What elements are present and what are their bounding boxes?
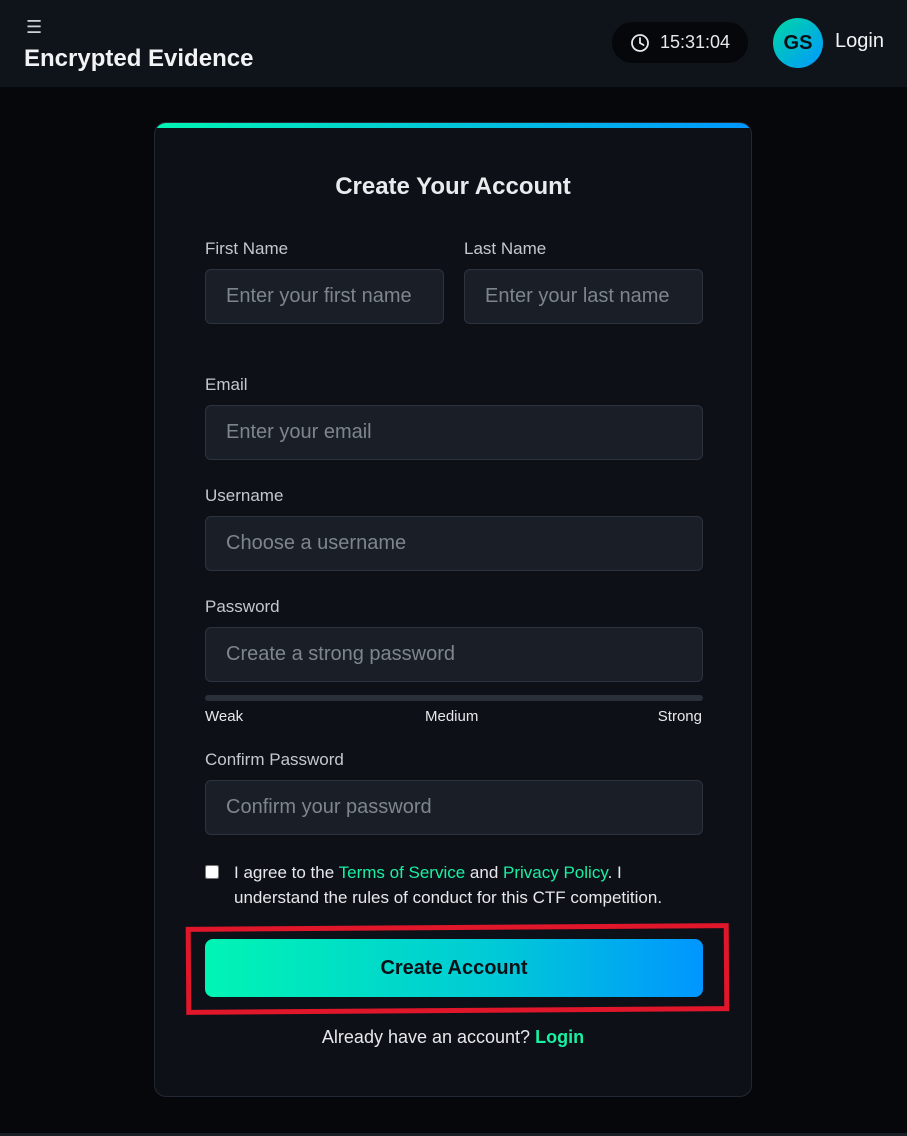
strength-strong-label: Strong [657, 708, 702, 725]
password-label: Password [205, 597, 280, 616]
login-prompt: Already have an account? Login [155, 1027, 751, 1048]
first-name-input[interactable] [205, 269, 444, 324]
confirm-password-input[interactable] [205, 780, 703, 835]
footer-login-link[interactable]: Login [535, 1027, 584, 1047]
password-input[interactable] [205, 627, 703, 682]
username-label: Username [205, 486, 284, 505]
email-input[interactable] [205, 405, 703, 460]
create-account-button[interactable]: Create Account [205, 939, 703, 997]
terms-of-service-link[interactable]: Terms of Service [339, 863, 466, 882]
top-navbar: ☰ Encrypted Evidence 15:31:04 GS Login [0, 0, 907, 87]
menu-icon[interactable]: ☰ [26, 18, 42, 36]
strength-medium-label: Medium [425, 708, 479, 725]
clock-time: 15:31:04 [659, 32, 731, 52]
login-prompt-text: Already have an account? [321, 1027, 536, 1047]
clock-widget: 15:31:04 [612, 22, 748, 63]
email-label: Email [205, 375, 248, 394]
signup-card: Create Your Account First Name Last Name… [154, 122, 752, 1097]
avatar[interactable]: GS [773, 18, 823, 68]
app-title[interactable]: Encrypted Evidence [24, 45, 253, 73]
confirm-password-label: Confirm Password [205, 750, 344, 769]
first-name-label: First Name [205, 239, 289, 258]
card-accent-bar [155, 123, 751, 128]
form-title: Create Your Account [335, 173, 571, 200]
terms-and: and [465, 863, 504, 882]
username-input[interactable] [205, 516, 703, 571]
password-strength-meter [205, 695, 703, 701]
last-name-input[interactable] [464, 269, 703, 324]
last-name-label: Last Name [464, 239, 547, 258]
strength-weak-label: Weak [205, 708, 244, 725]
header-login-link[interactable]: Login [835, 30, 884, 53]
clock-icon [630, 33, 650, 53]
terms-text: I agree to the Terms of Service and Priv… [234, 860, 704, 910]
privacy-policy-link[interactable]: Privacy Policy [503, 863, 608, 882]
terms-checkbox[interactable] [205, 865, 219, 879]
terms-prefix: I agree to the [234, 863, 339, 882]
